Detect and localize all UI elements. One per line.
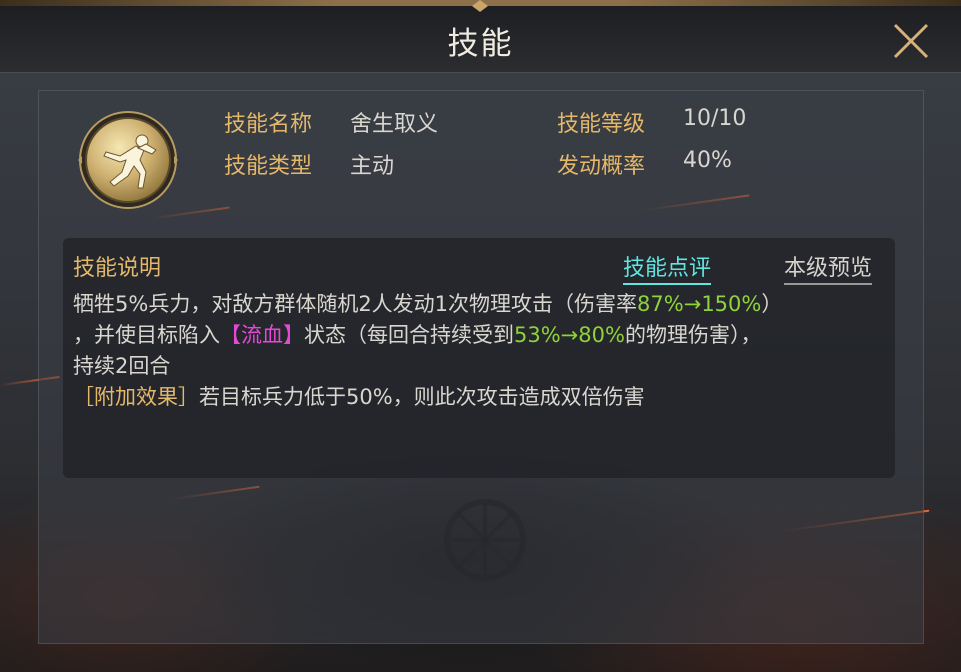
window-title: 技能 <box>447 26 514 62</box>
description-segment: ，并使目标陷入 <box>73 323 220 347</box>
extra-effect-tag: ［附加效果］ <box>73 385 199 409</box>
description-segment: ） <box>761 292 783 316</box>
bleed-damage-highlight: 53%→80% <box>514 323 625 347</box>
level-preview-tab[interactable]: 本级预览 <box>784 250 873 285</box>
description-segment: 持续2回合 <box>73 354 171 378</box>
title-bar: 技能 <box>0 0 961 73</box>
skill-name-label: 技能名称 <box>224 112 313 137</box>
skill-level-value: 10/10 <box>683 106 747 131</box>
description-segment: 若目标兵力低于50%，则此次攻击造成双倍伤害 <box>199 385 645 409</box>
bleed-status-highlight: 【流血】 <box>220 323 304 347</box>
skill-type-label: 技能类型 <box>224 154 313 179</box>
description-segment: 状态（每回合持续受到 <box>304 323 514 347</box>
skill-review-tab[interactable]: 技能点评 <box>623 250 712 285</box>
damage-rate-highlight: 87%→150% <box>637 292 762 316</box>
diamond-ornament-icon <box>472 0 488 12</box>
trigger-rate-label: 发动概率 <box>557 154 646 179</box>
description-segment: 的物理伤害）， <box>624 323 762 347</box>
description-text: 牺牲5%兵力，对敌方群体随机2人发动1次物理攻击（伤害率87%→150%） ，并… <box>73 289 888 413</box>
description-title: 技能说明 <box>73 256 162 281</box>
skill-type-value: 主动 <box>350 154 395 179</box>
skill-name-value: 舍生取义 <box>350 112 439 137</box>
close-icon[interactable] <box>892 22 930 60</box>
trigger-rate-value: 40% <box>683 148 732 173</box>
running-figure-icon <box>78 111 178 209</box>
description-segment: 牺牲5%兵力，对敌方群体随机2人发动1次物理攻击（伤害率 <box>73 292 638 316</box>
skill-level-label: 技能等级 <box>557 112 646 137</box>
